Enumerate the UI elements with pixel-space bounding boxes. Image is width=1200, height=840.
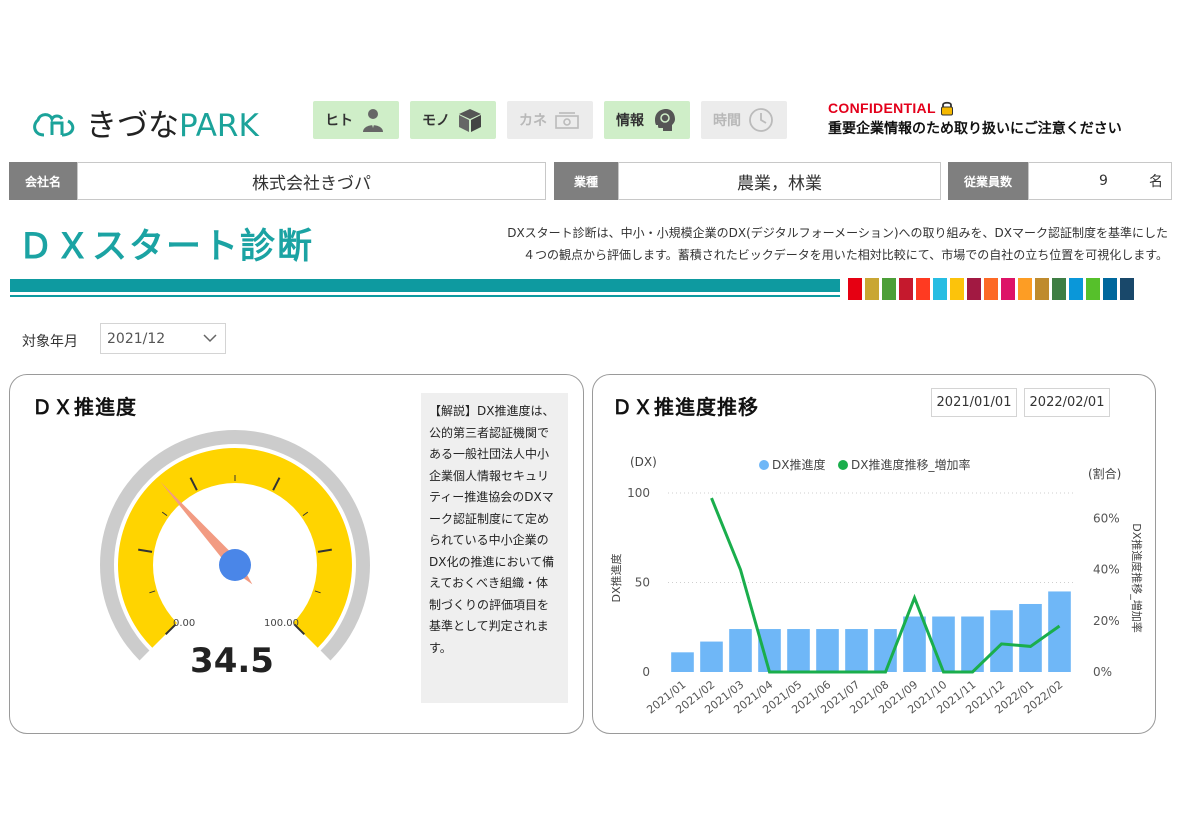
description-line-2: ４つの観点から評価します。蓄積されたビックデータを用いた相対比較にて、市場での自… xyxy=(522,248,1168,262)
brain-icon xyxy=(655,109,675,131)
color-swatch xyxy=(950,278,964,300)
dx-trend-chart: (DX) (割合) DX推進度 DX推進度推移_増加率 DX推進度 DX推進度推… xyxy=(609,455,1144,717)
dx-bar[interactable] xyxy=(700,641,723,672)
logo-text: きづなPARK xyxy=(86,100,259,145)
nav-hito-label: ヒト xyxy=(325,113,353,129)
color-swatch xyxy=(1103,278,1117,300)
left-axis-tick-label: 100 xyxy=(627,486,650,500)
money-icon xyxy=(555,112,579,129)
clock-icon xyxy=(749,108,773,132)
color-swatch xyxy=(1035,278,1049,300)
employees-label: 従業員数 xyxy=(948,162,1028,200)
confidential-title-text: CONFIDENTIAL xyxy=(828,100,936,116)
gauge-value: 34.5 xyxy=(190,641,274,681)
title-underline-thin xyxy=(10,295,840,297)
dx-bar[interactable] xyxy=(787,629,810,672)
dx-bar[interactable] xyxy=(845,629,868,672)
legend-bar-marker xyxy=(759,460,769,470)
company-name-value: 株式会社きづパ xyxy=(77,162,546,200)
page-description: DXスタート診断は、中小・小規模企業のDX(デジタルフォーメーション)への取り組… xyxy=(478,222,1168,266)
dx-bar[interactable] xyxy=(758,629,781,672)
chart-legend: DX推進度 DX推進度推移_増加率 xyxy=(759,457,970,472)
page-title: ＤＸスタート診断 xyxy=(18,227,315,267)
logo-text-main: きづな xyxy=(86,107,179,144)
color-swatch xyxy=(1086,278,1100,300)
logo[interactable]: きづなPARK xyxy=(30,100,259,145)
nav-hito-button[interactable]: ヒト xyxy=(313,101,399,139)
right-axis-tick-label: 60% xyxy=(1093,512,1120,526)
confidential-notice: CONFIDENTIAL 重要企業情報のため取り扱いにご注意ください xyxy=(828,100,1122,138)
legend-line-label: DX推進度推移_増加率 xyxy=(851,457,970,472)
nav-joho-button[interactable]: 情報 xyxy=(604,101,690,139)
color-swatch xyxy=(916,278,930,300)
nav-kane-label: カネ xyxy=(519,113,547,129)
dx-gauge: 0.00 100.00 34.5 xyxy=(100,430,370,681)
nav-kane-button[interactable]: カネ xyxy=(507,101,593,139)
color-swatch xyxy=(1018,278,1032,300)
color-swatch xyxy=(848,278,862,300)
color-swatch xyxy=(1001,278,1015,300)
color-swatch xyxy=(984,278,998,300)
person-icon xyxy=(363,109,383,132)
dx-bar[interactable] xyxy=(816,629,839,672)
employees-unit: 名 xyxy=(1149,174,1163,190)
left-axis-tick-label: 50 xyxy=(635,576,650,590)
gauge-min-label: 0.00 xyxy=(173,618,195,629)
color-swatch xyxy=(1069,278,1083,300)
dx-bar[interactable] xyxy=(671,652,694,672)
trend-card-title: ＤＸ推進度推移 xyxy=(612,395,759,419)
logo-mark-icon xyxy=(33,113,75,137)
title-underline-thick xyxy=(10,279,840,292)
date-to-input[interactable]: 2022/02/01 xyxy=(1024,388,1110,417)
target-month-select[interactable]: 2021/12 xyxy=(100,323,226,354)
right-axis-unit: (割合) xyxy=(1088,466,1121,481)
left-axis-tick-label: 0 xyxy=(642,665,650,679)
dx-bar[interactable] xyxy=(903,616,926,672)
dx-bar[interactable] xyxy=(990,610,1013,672)
logo-text-accent: PARK xyxy=(179,107,259,144)
nav-mono-button[interactable]: モノ xyxy=(410,101,496,139)
right-axis-tick-label: 40% xyxy=(1093,563,1120,577)
color-swatch xyxy=(933,278,947,300)
color-swatch xyxy=(899,278,913,300)
right-axis-tick-label: 0% xyxy=(1093,665,1112,679)
employees-value: 9 xyxy=(1099,173,1108,189)
color-swatch xyxy=(967,278,981,300)
right-axis-tick-label: 20% xyxy=(1093,614,1120,628)
employees-value-box: 9 名 xyxy=(1028,162,1172,200)
industry-label: 業種 xyxy=(554,162,618,200)
color-swatches xyxy=(848,278,1134,300)
company-name-label: 会社名 xyxy=(9,162,77,200)
color-swatch xyxy=(1052,278,1066,300)
legend-bar-label: DX推進度 xyxy=(772,457,825,472)
gauge-hub xyxy=(219,549,251,581)
chevron-down-icon xyxy=(203,334,217,343)
nav-jikan-button[interactable]: 時間 xyxy=(701,101,787,139)
target-month-value: 2021/12 xyxy=(107,330,166,347)
left-axis-unit: (DX) xyxy=(630,455,657,469)
color-swatch xyxy=(865,278,879,300)
filter-label: 対象年月 xyxy=(22,334,78,350)
color-swatch xyxy=(882,278,896,300)
description-line-1: DXスタート診断は、中小・小規模企業のDX(デジタルフォーメーション)への取り組… xyxy=(507,226,1168,240)
gauge-max-label: 100.00 xyxy=(264,618,299,629)
confidential-title: CONFIDENTIAL xyxy=(828,100,1122,116)
nav-joho-label: 情報 xyxy=(616,113,644,129)
right-axis-title: DX推進度推移_増加率 xyxy=(1130,523,1144,633)
date-from-input[interactable]: 2021/01/01 xyxy=(931,388,1017,417)
dx-bar[interactable] xyxy=(932,616,955,672)
dx-explanation-note: 【解説】DX推進度は、公的第三者認証機関である一般社団法人中小企業個人情報セキュ… xyxy=(421,393,568,703)
industry-value: 農業，林業 xyxy=(618,162,941,200)
nav-jikan-label: 時間 xyxy=(713,113,741,129)
box-icon xyxy=(459,109,481,132)
confidential-note: 重要企業情報のため取り扱いにご注意ください xyxy=(828,121,1122,137)
dx-bar[interactable] xyxy=(1019,603,1042,672)
dx-bar[interactable] xyxy=(729,629,752,672)
color-swatch xyxy=(1120,278,1134,300)
lock-icon xyxy=(940,101,953,116)
legend-line-marker xyxy=(838,460,848,470)
left-axis-title: DX推進度 xyxy=(609,553,623,602)
nav-mono-label: モノ xyxy=(422,113,450,129)
